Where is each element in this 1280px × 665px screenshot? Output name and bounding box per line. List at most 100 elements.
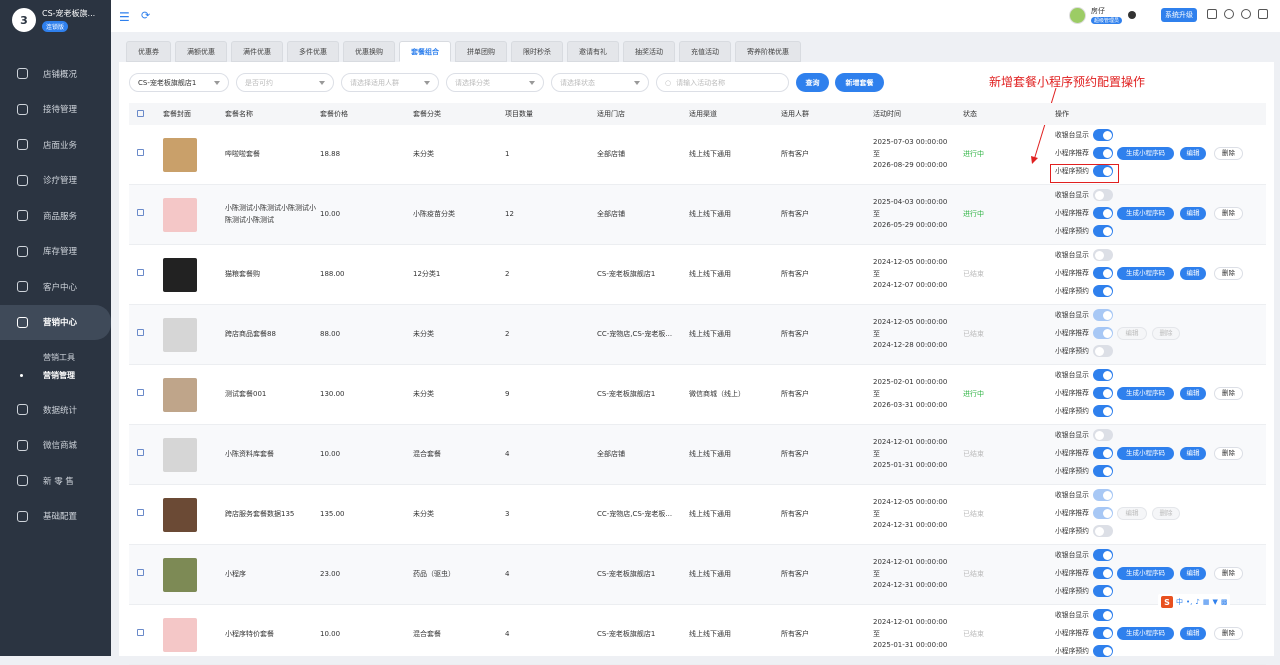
row-checkbox-cell[interactable] <box>129 125 159 185</box>
row-checkbox-cell[interactable] <box>129 424 159 485</box>
delete-button[interactable]: 删除 <box>1152 327 1180 340</box>
calendar-icon[interactable] <box>1207 9 1217 19</box>
tab-9[interactable]: 抽奖活动 <box>623 41 675 62</box>
recommend-toggle[interactable] <box>1093 147 1113 159</box>
headset-icon[interactable] <box>1241 9 1251 19</box>
edit-button[interactable]: 编辑 <box>1180 207 1206 220</box>
tab-2[interactable]: 满件优惠 <box>231 41 283 62</box>
row-checkbox-cell[interactable] <box>129 484 159 545</box>
sidebar-item-9[interactable]: 微信商城 <box>0 428 111 464</box>
edit-button[interactable]: 编辑 <box>1117 327 1147 340</box>
recommend-toggle[interactable] <box>1093 387 1113 399</box>
generate-qrcode-button[interactable]: 生成小程序码 <box>1117 267 1174 280</box>
booking-toggle[interactable] <box>1093 405 1113 417</box>
sidebar-item-11[interactable]: 基础配置 <box>0 499 111 535</box>
ime-mode[interactable]: 中 <box>1176 597 1183 607</box>
tab-11[interactable]: 寄养阶梯优惠 <box>735 41 801 62</box>
booking-toggle[interactable] <box>1093 585 1113 597</box>
sidebar-item-0[interactable]: 店铺概况 <box>0 56 111 92</box>
sidebar-item-3[interactable]: 诊疗管理 <box>0 163 111 199</box>
edit-button[interactable]: 编辑 <box>1180 267 1206 280</box>
delete-button[interactable]: 删除 <box>1152 507 1180 520</box>
apps-icon[interactable] <box>1258 9 1268 19</box>
recommend-toggle[interactable] <box>1093 447 1113 459</box>
cashier-toggle[interactable] <box>1093 489 1113 501</box>
bell-icon[interactable] <box>1224 9 1234 19</box>
delete-button[interactable]: 删除 <box>1214 567 1243 580</box>
booking-toggle[interactable] <box>1093 285 1113 297</box>
select-all-checkbox[interactable] <box>137 109 144 117</box>
ime-punct-icon[interactable]: •, <box>1186 598 1192 606</box>
brand[interactable]: 3 CS-宠老板旗... 连锁版 <box>12 8 95 32</box>
user-dropdown-icon[interactable] <box>1128 11 1137 19</box>
row-checkbox-cell[interactable] <box>129 544 159 605</box>
delete-button[interactable]: 删除 <box>1214 267 1243 280</box>
booking-toggle[interactable] <box>1093 645 1113 657</box>
row-checkbox[interactable] <box>137 628 144 636</box>
submenu-item-0[interactable]: 营销工具 <box>0 348 111 366</box>
query-button[interactable]: 查询 <box>796 73 829 92</box>
recommend-toggle[interactable] <box>1093 507 1113 519</box>
edit-button[interactable]: 编辑 <box>1180 387 1206 400</box>
tab-10[interactable]: 充值活动 <box>679 41 731 62</box>
delete-button[interactable]: 删除 <box>1214 627 1243 640</box>
row-checkbox[interactable] <box>137 508 144 516</box>
recommend-toggle[interactable] <box>1093 567 1113 579</box>
tab-5[interactable]: 套餐组合 <box>399 41 451 62</box>
ime-keyboard-icon[interactable]: ▦ <box>1203 598 1210 606</box>
booking-toggle[interactable] <box>1093 225 1113 237</box>
store-select[interactable]: CS-宠老板旗舰店1 <box>129 73 229 92</box>
row-checkbox[interactable] <box>137 148 144 156</box>
cashier-toggle[interactable] <box>1093 609 1113 621</box>
tab-7[interactable]: 限时秒杀 <box>511 41 563 62</box>
row-checkbox[interactable] <box>137 328 144 336</box>
available-select[interactable]: 是否可约 <box>236 73 334 92</box>
row-checkbox[interactable] <box>137 268 144 276</box>
sidebar-item-6[interactable]: 客户中心 <box>0 269 111 305</box>
row-checkbox[interactable] <box>137 388 144 396</box>
recommend-toggle[interactable] <box>1093 207 1113 219</box>
category-select[interactable]: 请选择分类 <box>446 73 544 92</box>
cashier-toggle[interactable] <box>1093 249 1113 261</box>
row-checkbox-cell[interactable] <box>129 304 159 365</box>
generate-qrcode-button[interactable]: 生成小程序码 <box>1117 387 1174 400</box>
generate-qrcode-button[interactable]: 生成小程序码 <box>1117 147 1174 160</box>
ime-grid-icon[interactable]: ▩ <box>1221 598 1228 606</box>
ime-mic-icon[interactable]: ♪ <box>1195 598 1199 606</box>
booking-toggle[interactable] <box>1093 525 1113 537</box>
cashier-toggle[interactable] <box>1093 429 1113 441</box>
user-profile[interactable]: 房仔 超级管理员 <box>1069 6 1137 24</box>
delete-button[interactable]: 删除 <box>1214 207 1243 220</box>
cashier-toggle[interactable] <box>1093 369 1113 381</box>
edit-button[interactable]: 编辑 <box>1180 147 1206 160</box>
tab-0[interactable]: 优惠券 <box>126 41 171 62</box>
ime-toolbar[interactable]: S 中 •, ♪ ▦ ▼ ▩ <box>1158 594 1231 610</box>
ime-skin-icon[interactable]: ▼ <box>1212 598 1217 606</box>
cashier-toggle[interactable] <box>1093 309 1113 321</box>
row-checkbox[interactable] <box>137 448 144 456</box>
tab-6[interactable]: 拼单团购 <box>455 41 507 62</box>
sidebar-item-7[interactable]: 营销中心 <box>0 304 111 340</box>
tab-4[interactable]: 优惠换购 <box>343 41 395 62</box>
refresh-icon[interactable]: ⟳ <box>141 9 150 22</box>
crowd-select[interactable]: 请选择适用人群 <box>341 73 439 92</box>
sidebar-item-5[interactable]: 库存管理 <box>0 234 111 270</box>
sidebar-item-4[interactable]: 商品服务 <box>0 198 111 234</box>
cashier-toggle[interactable] <box>1093 189 1113 201</box>
sidebar-item-8[interactable]: 数据统计 <box>0 392 111 428</box>
sidebar-item-1[interactable]: 接待管理 <box>0 92 111 128</box>
menu-toggle-icon[interactable]: ☰ <box>119 10 130 24</box>
booking-toggle[interactable] <box>1093 465 1113 477</box>
add-package-button[interactable]: 新增套餐 <box>835 73 884 92</box>
cashier-toggle[interactable] <box>1093 129 1113 141</box>
recommend-toggle[interactable] <box>1093 327 1113 339</box>
generate-qrcode-button[interactable]: 生成小程序码 <box>1117 207 1174 220</box>
row-checkbox-cell[interactable] <box>129 364 159 425</box>
status-select[interactable]: 请选择状态 <box>551 73 649 92</box>
row-checkbox[interactable] <box>137 568 144 576</box>
row-checkbox-cell[interactable] <box>129 184 159 245</box>
row-checkbox[interactable] <box>137 208 144 216</box>
sidebar-item-10[interactable]: 新 零 售 <box>0 463 111 499</box>
submenu-item-1[interactable]: 营销管理 <box>0 366 111 384</box>
recommend-toggle[interactable] <box>1093 627 1113 639</box>
